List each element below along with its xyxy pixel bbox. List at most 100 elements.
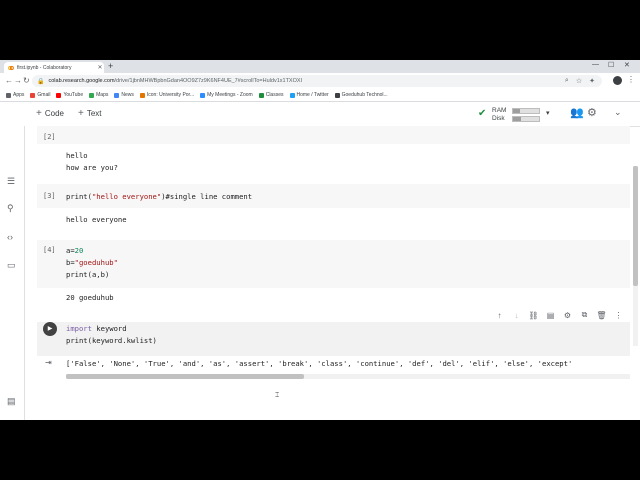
more-icon[interactable]: ⋮	[610, 311, 627, 320]
cell-output: hello how are you?	[66, 151, 118, 172]
cell-code: import keyword print(keyword.kwlist)	[66, 324, 157, 345]
bookmark-favicon-icon	[89, 92, 95, 98]
share-people-icon[interactable]: 👥	[570, 106, 584, 119]
cell-code: a=20 b="goeduhub" print(a,b)	[66, 246, 118, 279]
bookmark-favicon-icon	[56, 92, 62, 98]
code-cell-2[interactable]	[37, 126, 630, 144]
code-cell-4[interactable]	[37, 240, 630, 288]
move-up-icon[interactable]: ↑	[491, 311, 508, 320]
bookmark-label: News	[121, 92, 134, 98]
address-bar-row: ← → ↻ 🔒 colab.research.google.com/drive/…	[0, 73, 640, 89]
lock-icon: 🔒	[37, 78, 45, 85]
cell-prompt: [2]	[43, 133, 56, 141]
bookmark-favicon-icon	[6, 92, 11, 98]
colab-toolbar: + Code + Text ✔ RAM Disk ▾ 👥 ⚙ ⌄	[0, 102, 640, 127]
bookmark-favicon-icon	[334, 92, 340, 98]
bookmark-item[interactable]: Icon: University Por...	[139, 92, 195, 98]
bookmark-label: Classes	[265, 92, 284, 98]
cell-prompt: [3]	[43, 192, 56, 200]
url-text: colab.research.google.com/drive/1jbnMHWB…	[48, 78, 303, 84]
add-code-button[interactable]: + Code	[36, 108, 64, 119]
bookmarks-bar: Apps Gmail YouTube Maps News Icon: University…	[0, 89, 640, 102]
disk-label: Disk	[492, 115, 505, 122]
table-of-contents-icon[interactable]: ☰	[7, 176, 15, 187]
disk-bar	[512, 116, 540, 122]
run-cell-button[interactable]: ▶	[43, 322, 57, 336]
clear-output-icon[interactable]: ⇥	[45, 358, 52, 367]
ram-bar	[512, 108, 540, 114]
bookmark-item[interactable]: Classes	[258, 92, 284, 98]
bookmark-item[interactable]: Home / Twitter	[289, 92, 329, 98]
gear-icon[interactable]: ⚙	[587, 106, 597, 119]
browser-window: first.ipynb - Colaboratory ✕ + — ☐ ✕ ← →…	[0, 60, 640, 420]
cell-code: print("hello everyone")#single line comm…	[66, 192, 253, 201]
maximize-icon[interactable]: ☐	[608, 61, 614, 69]
bookmark-favicon-icon	[258, 92, 264, 98]
cell-prompt: [4]	[43, 246, 56, 254]
vertical-scrollbar[interactable]	[633, 166, 638, 346]
scrollbar-thumb[interactable]	[66, 374, 304, 379]
tab-strip: first.ipynb - Colaboratory ✕ + — ☐ ✕	[0, 60, 640, 73]
bookmark-item[interactable]: Gmail	[30, 92, 50, 98]
bookmark-favicon-icon	[200, 92, 206, 98]
tab-title: first.ipynb - Colaboratory	[17, 64, 72, 71]
scrollbar-thumb[interactable]	[633, 166, 638, 286]
forward-icon[interactable]: →	[14, 76, 22, 85]
connected-check-icon: ✔	[478, 108, 487, 119]
new-tab-button[interactable]: +	[108, 61, 113, 72]
bookmark-label: Goeduhub Technol...	[341, 92, 388, 98]
chevron-down-icon[interactable]: ▾	[546, 109, 550, 117]
bookmark-label: Gmail	[37, 92, 51, 98]
bookmark-item[interactable]: Apps	[6, 92, 24, 98]
search-icon[interactable]: ⚲	[7, 203, 14, 214]
horizontal-scrollbar[interactable]	[66, 374, 630, 379]
terminal-icon[interactable]: ▤	[7, 396, 16, 407]
bookmark-favicon-icon	[114, 92, 120, 98]
address-input[interactable]: 🔒 colab.research.google.com/drive/1jbnMH…	[32, 75, 602, 87]
bookmark-label: My Meetings - Zoom	[207, 92, 253, 98]
comment-icon[interactable]: ▤	[542, 311, 559, 320]
cell-output: ['False', 'None', 'True', 'and', 'as', '…	[66, 359, 573, 368]
colab-icon	[8, 65, 14, 70]
bookmark-item[interactable]: My Meetings - Zoom	[200, 92, 253, 98]
ram-label: RAM	[492, 107, 507, 114]
notebook-area: [2] hello how are you? [3] print("hello …	[25, 126, 630, 420]
bookmark-item[interactable]: Goeduhub Technol...	[334, 92, 388, 98]
close-tab-icon[interactable]: ✕	[96, 64, 104, 71]
bookmark-item[interactable]: Maps	[89, 92, 108, 98]
left-sidebar: ☰ ⚲ ‹› ▭ ▤	[0, 126, 25, 420]
mirror-cell-icon[interactable]: ⧉	[576, 310, 593, 320]
minimize-icon[interactable]: —	[592, 61, 599, 68]
cell-output: hello everyone	[66, 215, 127, 224]
bookmark-label: Maps	[96, 92, 109, 98]
bookmark-label: Home / Twitter	[296, 92, 329, 98]
bookmark-item[interactable]: News	[114, 92, 134, 98]
plus-icon: +	[78, 108, 84, 119]
link-icon[interactable]: ⛓	[525, 311, 542, 320]
cell-toolbar: ↑ ↓ ⛓ ▤ ⚙ ⧉ 🗑 ⋮	[491, 309, 627, 321]
bookmark-favicon-icon	[139, 92, 145, 98]
back-icon[interactable]: ←	[5, 76, 13, 85]
zoom-icon[interactable]: ⌕	[565, 77, 569, 85]
extensions-icon[interactable]: ✦	[589, 77, 595, 85]
bookmark-favicon-icon	[289, 92, 295, 98]
bookmark-item[interactable]: YouTube	[56, 92, 83, 98]
code-snippets-icon[interactable]: ‹›	[7, 232, 13, 242]
add-text-button[interactable]: + Text	[78, 108, 102, 119]
bookmark-favicon-icon	[30, 92, 36, 98]
files-folder-icon[interactable]: ▭	[7, 260, 16, 271]
profile-avatar[interactable]	[613, 76, 622, 85]
move-down-icon[interactable]: ↓	[508, 311, 525, 320]
bookmark-label: Icon: University Por...	[146, 92, 195, 98]
bookmark-label: Apps	[13, 92, 25, 98]
browser-menu-icon[interactable]: ⋮	[627, 75, 635, 84]
bookmark-label: YouTube	[63, 92, 84, 98]
cell-settings-icon[interactable]: ⚙	[559, 311, 576, 320]
bookmark-star-icon[interactable]: ☆	[576, 77, 582, 85]
collapse-chevron-icon[interactable]: ⌄	[614, 107, 622, 118]
cell-output: 20 goeduhub	[66, 293, 114, 302]
delete-icon[interactable]: 🗑	[593, 311, 610, 320]
browser-tab[interactable]: first.ipynb - Colaboratory ✕	[4, 62, 104, 73]
reload-icon[interactable]: ↻	[23, 76, 30, 85]
close-window-icon[interactable]: ✕	[624, 61, 630, 69]
